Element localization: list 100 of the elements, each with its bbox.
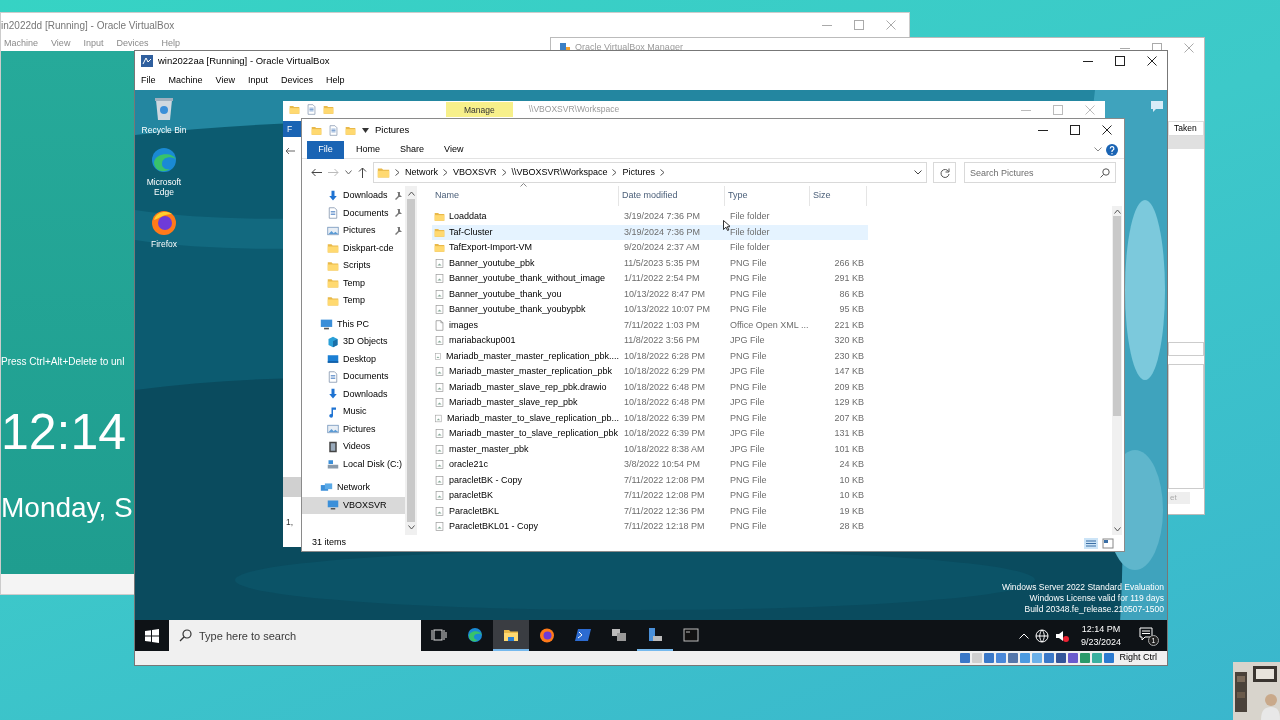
breadcrumb-item[interactable]: Pictures bbox=[622, 165, 655, 180]
column-header[interactable]: Size bbox=[810, 186, 867, 206]
file-row[interactable]: paracletBK 7/11/2022 12:08 PM PNG File 10 KB bbox=[432, 488, 868, 504]
pin-icon[interactable] bbox=[394, 226, 402, 235]
file-row[interactable]: ParacletBKL 7/11/2022 12:36 PM PNG File 19 KB bbox=[432, 503, 868, 519]
help-icon[interactable] bbox=[1106, 143, 1118, 156]
scroll-down-icon[interactable] bbox=[407, 525, 415, 530]
nav-item[interactable]: Pictures bbox=[302, 420, 405, 438]
menu-item[interactable]: Input bbox=[83, 37, 104, 51]
file-row[interactable]: master_master_pbk 10/18/2022 8:38 AM JPG File 101 KB bbox=[432, 441, 868, 457]
nav-item[interactable]: This PC bbox=[302, 315, 405, 333]
maximize-button[interactable] bbox=[1115, 56, 1125, 66]
taskbar-button[interactable] bbox=[493, 620, 529, 651]
scroll-up-icon[interactable] bbox=[407, 191, 415, 196]
column-header[interactable]: Name bbox=[432, 186, 619, 206]
nav-item[interactable]: VBOXSVR bbox=[302, 496, 405, 514]
nav-item[interactable]: Scripts bbox=[302, 257, 405, 275]
nav-item[interactable]: Temp bbox=[302, 292, 405, 310]
scroll-down-icon[interactable] bbox=[1113, 527, 1121, 532]
address-bar[interactable]: Network VBOXSVR \\VBOXSVR\Workspace Pictures bbox=[373, 162, 927, 183]
breadcrumb-item[interactable]: \\VBOXSVR\Workspace bbox=[511, 165, 608, 180]
file-row[interactable]: paracletBK - Copy 7/11/2022 12:08 PM PNG File 10 KB bbox=[432, 472, 868, 488]
menu-item[interactable]: Devices bbox=[116, 37, 149, 51]
nav-item[interactable]: Temp bbox=[302, 274, 405, 292]
swirl-browser-icon[interactable] bbox=[150, 145, 178, 174]
file-row[interactable]: Loaddata 3/19/2024 7:36 PM File folder bbox=[432, 209, 868, 225]
file-row[interactable]: Banner_youtube_pbk 11/5/2023 5:35 PM PNG File 266 KB bbox=[432, 255, 868, 271]
device-status-icons-drawing[interactable] bbox=[959, 652, 1116, 664]
speaker-muted-icon[interactable] bbox=[1054, 629, 1069, 642]
file-row[interactable]: Mariadb_master_to_slave_replication_pb... 10/18/2022 6:39 PM PNG File 207 KB bbox=[432, 410, 868, 426]
menu-item[interactable]: Help bbox=[325, 73, 345, 88]
search-field[interactable]: Type here to search bbox=[169, 620, 421, 651]
ribbon-tab[interactable]: Share bbox=[392, 142, 433, 157]
file-row[interactable]: Mariadb_master_slave_rep_pbk 10/18/2022 6:48 PM JPG File 129 KB bbox=[432, 395, 868, 411]
file-menu-button[interactable]: File bbox=[307, 140, 344, 159]
scrollbar-thumb[interactable] bbox=[1113, 216, 1121, 416]
desktop-icon-label[interactable]: Recycle Bin bbox=[141, 125, 187, 136]
maximize-button[interactable] bbox=[1070, 125, 1080, 135]
nav-item[interactable]: Documents bbox=[302, 368, 405, 386]
globe-icon[interactable] bbox=[1034, 628, 1049, 643]
file-row[interactable]: TafExport-Import-VM 9/20/2024 2:37 AM File folder bbox=[432, 240, 868, 256]
file-row[interactable]: Mariadb_master_to_slave_replication_pbk 10/18/2022 6:39 PM JPG File 131 KB bbox=[432, 426, 868, 442]
nav-item[interactable]: Desktop bbox=[302, 350, 405, 368]
menu-item[interactable]: View bbox=[215, 73, 235, 88]
nav-item[interactable]: Videos bbox=[302, 438, 405, 456]
nav-item[interactable]: Network bbox=[302, 479, 405, 497]
caret-icon[interactable] bbox=[362, 127, 369, 133]
nav-item[interactable]: Local Disk (C:) bbox=[302, 455, 405, 473]
search-field[interactable]: Search Pictures bbox=[964, 162, 1116, 183]
column-header[interactable]: Type bbox=[725, 186, 810, 206]
nav-item[interactable]: Pictures bbox=[302, 222, 405, 240]
file-row[interactable]: ParacletBKL01 - Copy 7/11/2022 12:18 PM PNG File 28 KB bbox=[432, 519, 868, 535]
nav-item[interactable]: 3D Objects bbox=[302, 333, 405, 351]
ribbon-tab[interactable]: Home bbox=[348, 142, 388, 157]
desktop-icon-label[interactable]: Firefox bbox=[151, 238, 177, 250]
menu-item[interactable]: Machine bbox=[4, 37, 39, 51]
breadcrumb-item[interactable]: VBOXSVR bbox=[453, 165, 497, 180]
chevron-icon[interactable] bbox=[1094, 147, 1102, 152]
nav-item[interactable]: Diskpart-cde bbox=[302, 239, 405, 257]
menu-item[interactable]: View bbox=[51, 37, 71, 51]
column-header[interactable]: Taken bbox=[1168, 121, 1204, 136]
menu-item[interactable]: Devices bbox=[280, 73, 313, 88]
back-arrow-icon[interactable] bbox=[311, 168, 322, 177]
file-row[interactable]: Banner_youtube_thank_without_image 1/11/2022 2:54 PM PNG File 291 KB bbox=[432, 271, 868, 287]
nav-item[interactable]: Downloads bbox=[302, 385, 405, 403]
file-row[interactable]: Mariadb_master_master_replication_pbk.... 10/18/2022 6:28 PM PNG File 230 KB bbox=[432, 348, 868, 364]
file-row[interactable]: Banner_youtube_thank_youbypbk 10/13/2022 10:07 PM PNG File 95 KB bbox=[432, 302, 868, 318]
nav-item[interactable]: Music bbox=[302, 403, 405, 421]
file-row[interactable]: Banner_youtube_thank_you 10/13/2022 8:47 PM PNG File 86 KB bbox=[432, 286, 868, 302]
column-header[interactable]: Date modified bbox=[619, 186, 725, 206]
tiles-view-icon[interactable] bbox=[1102, 537, 1114, 549]
dropdown-caret-icon[interactable] bbox=[914, 170, 922, 175]
close-button[interactable] bbox=[1102, 125, 1112, 135]
file-row[interactable]: Mariadb_master_slave_rep_pbk.drawio 10/18/2022 6:48 PM PNG File 209 KB bbox=[432, 379, 868, 395]
up-arrow-icon[interactable] bbox=[358, 167, 367, 178]
input-field[interactable] bbox=[1168, 342, 1204, 356]
ribbon-tab[interactable]: View bbox=[436, 142, 472, 157]
ribbon-tab[interactable]: F bbox=[283, 121, 301, 137]
breadcrumb-item[interactable]: Network bbox=[405, 165, 438, 180]
pin-icon[interactable] bbox=[394, 191, 402, 200]
nav-item[interactable]: Documents bbox=[302, 204, 405, 222]
menu-item[interactable]: Machine bbox=[168, 73, 203, 88]
pin-icon[interactable] bbox=[394, 209, 402, 218]
back-arrow-icon[interactable] bbox=[285, 147, 295, 155]
details-view-icon[interactable] bbox=[1084, 537, 1098, 549]
chevron-up-icon[interactable] bbox=[1018, 632, 1029, 639]
ribbon-tab[interactable]: Manage bbox=[446, 102, 513, 117]
scroll-up-icon[interactable] bbox=[1113, 209, 1121, 214]
desktop-icon-label[interactable]: Microsoft Edge bbox=[136, 176, 192, 198]
clock[interactable]: 12:14 PM 9/23/2024 bbox=[1074, 623, 1127, 648]
file-row[interactable]: images 7/11/2022 1:03 PM Office Open XML ... 221 KB bbox=[432, 317, 868, 333]
file-row[interactable]: oracle21c 3/8/2022 10:54 PM PNG File 24 KB bbox=[432, 457, 868, 473]
menu-item[interactable]: Help bbox=[161, 37, 180, 51]
scrollbar-thumb[interactable] bbox=[407, 199, 415, 522]
file-row[interactable]: mariabackup001 11/8/2022 3:56 PM JPG File 320 KB bbox=[432, 333, 868, 349]
file-row[interactable]: Mariadb_master_master_replication_pbk 10/18/2022 6:29 PM JPG File 147 KB bbox=[432, 364, 868, 380]
refresh-button[interactable] bbox=[933, 162, 956, 183]
close-button[interactable] bbox=[1147, 56, 1157, 66]
menu-item[interactable]: Input bbox=[247, 73, 268, 88]
nav-item[interactable]: Downloads bbox=[302, 187, 405, 205]
